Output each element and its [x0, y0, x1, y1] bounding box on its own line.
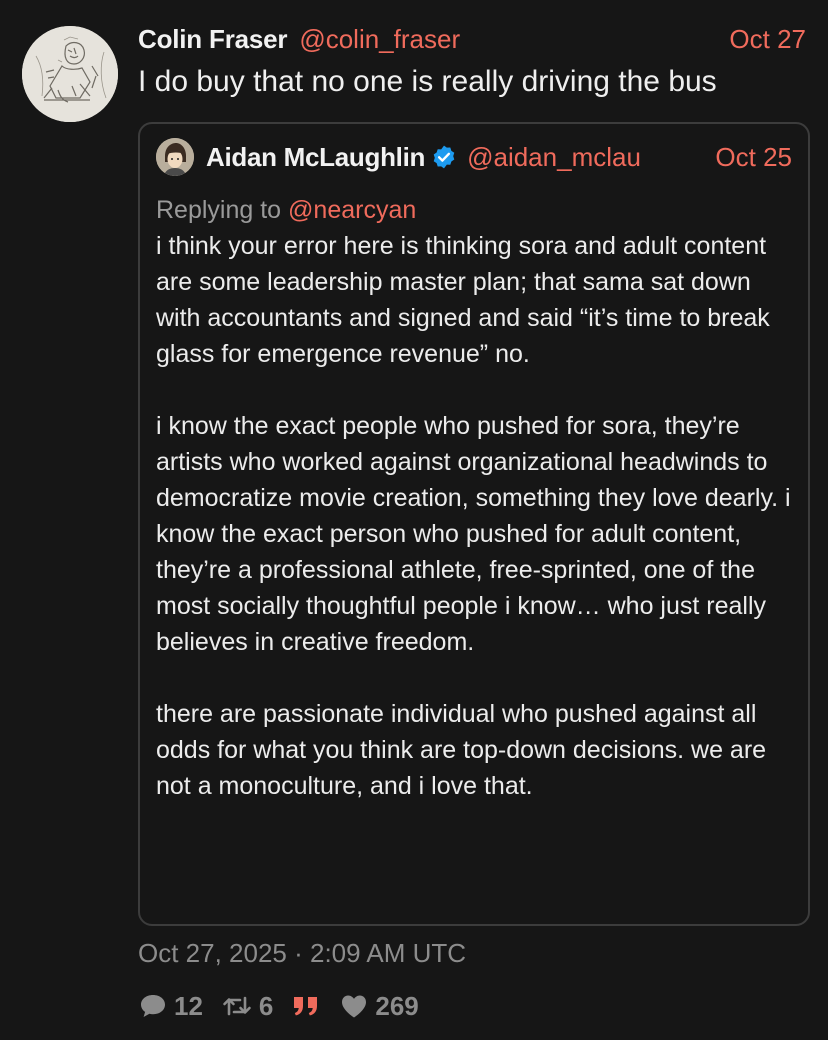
- quoted-paragraph: there are passionate individual who push…: [156, 700, 767, 800]
- tweet-text: I do buy that no one is really driving t…: [138, 65, 717, 98]
- author-name[interactable]: Colin Fraser: [138, 24, 288, 55]
- quoted-avatar-cartoon: [156, 138, 194, 176]
- quoted-author-handle[interactable]: @aidan_mclau: [467, 142, 641, 173]
- quoted-tweet-date[interactable]: Oct 25: [715, 142, 792, 173]
- comment-icon: [141, 995, 165, 1017]
- quoted-paragraph: i think your error here is thinking sora…: [156, 232, 770, 368]
- replying-to-label: Replying to: [156, 196, 289, 224]
- retweet-count: 6: [258, 990, 274, 1021]
- quoted-author-name[interactable]: Aidan McLaughlin: [206, 142, 425, 173]
- reply-button[interactable]: 12: [138, 991, 203, 1022]
- like-button[interactable]: 269: [339, 990, 419, 1022]
- retweet-icon: [223, 996, 251, 1016]
- quoted-tweet-body: Replying to @nearcyan i think your error…: [156, 192, 794, 804]
- quote-button[interactable]: [291, 993, 321, 1019]
- tweet-stats: 12 6 269: [138, 986, 437, 1026]
- verified-badge-icon: [433, 145, 455, 169]
- quoted-paragraph: i know the exact people who pushed for s…: [156, 412, 791, 656]
- retweet-button[interactable]: 6: [221, 991, 273, 1022]
- author-avatar[interactable]: [22, 26, 118, 122]
- replying-to-line: Replying to @nearcyan: [156, 192, 794, 228]
- tweet-header: Colin Fraser @colin_fraser Oct 27: [138, 22, 806, 56]
- replying-to-handle[interactable]: @nearcyan: [288, 196, 416, 224]
- quote-icon: [294, 997, 318, 1016]
- quoted-author-avatar[interactable]: [156, 138, 194, 176]
- author-avatar-sketch: [22, 26, 118, 122]
- tweet-timestamp[interactable]: Oct 27, 2025 · 2:09 AM UTC: [138, 938, 466, 969]
- tweet-card: Colin Fraser @colin_fraser Oct 27 I do b…: [0, 0, 828, 1040]
- tweet-date[interactable]: Oct 27: [729, 24, 806, 55]
- quoted-tweet[interactable]: Aidan McLaughlin @aidan_mclau Oct 25 Rep…: [138, 122, 810, 926]
- reply-count: 12: [174, 990, 203, 1021]
- like-count: 269: [375, 990, 419, 1021]
- quoted-tweet-header: Aidan McLaughlin @aidan_mclau Oct 25: [156, 138, 792, 176]
- heart-icon: [342, 995, 367, 1018]
- author-handle[interactable]: @colin_fraser: [299, 24, 460, 55]
